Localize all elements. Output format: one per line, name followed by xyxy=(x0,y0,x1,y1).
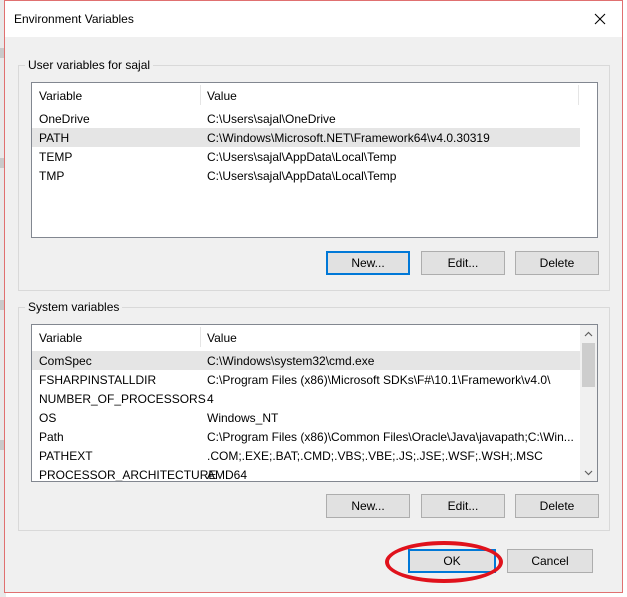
variable-cell: PATH xyxy=(39,131,70,145)
list-row[interactable]: PATH C:\Windows\Microsoft.NET\Framework64… xyxy=(32,128,580,147)
list-row[interactable]: PATHEXT .COM;.EXE;.BAT;.CMD;.VBS;.VBE;.JS… xyxy=(32,446,580,465)
value-cell: C:\Program Files (x86)\Microsoft SDKs\F#… xyxy=(207,373,551,387)
environment-variables-dialog: Environment Variables User variables for… xyxy=(4,0,623,593)
value-cell: .COM;.EXE;.BAT;.CMD;.VBS;.VBE;.JS;.JSE;.… xyxy=(207,449,543,463)
chevron-down-icon xyxy=(584,470,593,475)
dialog-title: Environment Variables xyxy=(14,12,134,26)
column-header-variable[interactable]: Variable xyxy=(39,89,82,103)
system-variables-label: System variables xyxy=(25,300,123,314)
ok-button[interactable]: OK xyxy=(408,549,496,573)
user-variables-label: User variables for sajal xyxy=(25,58,154,72)
variable-cell: PATHEXT xyxy=(39,449,93,463)
scroll-thumb[interactable] xyxy=(582,343,595,387)
list-row[interactable]: OneDrive C:\Users\sajal\OneDrive xyxy=(32,109,580,128)
user-delete-button[interactable]: Delete xyxy=(515,251,599,275)
column-divider[interactable] xyxy=(200,327,201,347)
title-bar[interactable]: Environment Variables xyxy=(5,1,622,37)
user-new-button[interactable]: New... xyxy=(326,251,410,275)
value-cell: AMD64 xyxy=(207,468,248,482)
variable-cell: PROCESSOR_ARCHITECTURE xyxy=(39,468,217,482)
close-icon xyxy=(594,13,606,25)
column-header-value[interactable]: Value xyxy=(207,89,237,103)
system-variables-list[interactable]: Variable Value ComSpec C:\Windows\system3… xyxy=(31,324,598,482)
list-row[interactable]: FSHARPINSTALLDIR C:\Program Files (x86)\M… xyxy=(32,370,580,389)
variable-cell: TEMP xyxy=(39,150,73,164)
list-row[interactable]: NUMBER_OF_PROCESSORS 4 xyxy=(32,389,580,408)
variable-cell: ComSpec xyxy=(39,354,92,368)
cancel-button[interactable]: Cancel xyxy=(507,549,593,573)
variable-cell: OneDrive xyxy=(39,112,90,126)
column-header-value[interactable]: Value xyxy=(207,331,237,345)
list-row[interactable]: ComSpec C:\Windows\system32\cmd.exe xyxy=(32,351,580,370)
list-row[interactable]: TEMP C:\Users\sajal\AppData\Local\Temp xyxy=(32,147,580,166)
value-cell: C:\Windows\Microsoft.NET\Framework64\v4.… xyxy=(207,131,490,145)
value-cell: C:\Users\sajal\AppData\Local\Temp xyxy=(207,150,397,164)
close-button[interactable] xyxy=(578,1,622,37)
system-edit-button[interactable]: Edit... xyxy=(421,494,505,518)
list-row[interactable]: PROCESSOR_ARCHITECTURE AMD64 xyxy=(32,465,580,482)
list-row[interactable]: OS Windows_NT xyxy=(32,408,580,427)
value-cell: Windows_NT xyxy=(207,411,279,425)
list-header: Variable Value xyxy=(32,325,597,349)
value-cell: C:\Windows\system32\cmd.exe xyxy=(207,354,375,368)
list-row[interactable]: TMP C:\Users\sajal\AppData\Local\Temp xyxy=(32,166,580,185)
variable-cell: FSHARPINSTALLDIR xyxy=(39,373,157,387)
user-edit-button[interactable]: Edit... xyxy=(421,251,505,275)
variable-cell: TMP xyxy=(39,169,65,183)
user-variables-group: User variables for sajal Variable Value … xyxy=(18,58,610,291)
system-new-button[interactable]: New... xyxy=(326,494,410,518)
system-list-scrollbar[interactable] xyxy=(580,325,597,481)
value-cell: C:\Users\sajal\AppData\Local\Temp xyxy=(207,169,397,183)
value-cell: 4 xyxy=(207,392,214,406)
scroll-down-button[interactable] xyxy=(580,464,597,481)
variable-cell: OS xyxy=(39,411,57,425)
scroll-up-button[interactable] xyxy=(580,325,597,342)
list-row[interactable]: Path C:\Program Files (x86)\Common Files\… xyxy=(32,427,580,446)
value-cell: C:\Users\sajal\OneDrive xyxy=(207,112,336,126)
chevron-up-icon xyxy=(584,331,593,336)
list-header: Variable Value xyxy=(32,83,597,107)
column-header-variable[interactable]: Variable xyxy=(39,331,82,345)
system-delete-button[interactable]: Delete xyxy=(515,494,599,518)
column-divider[interactable] xyxy=(578,85,579,105)
variable-cell: Path xyxy=(39,430,64,444)
user-variables-list[interactable]: Variable Value OneDrive C:\Users\sajal\On… xyxy=(31,82,598,238)
system-variables-group: System variables Variable Value ComSpec C… xyxy=(18,300,610,531)
value-cell: C:\Program Files (x86)\Common Files\Orac… xyxy=(207,430,574,444)
column-divider[interactable] xyxy=(200,85,201,105)
variable-cell: NUMBER_OF_PROCESSORS xyxy=(39,392,206,406)
